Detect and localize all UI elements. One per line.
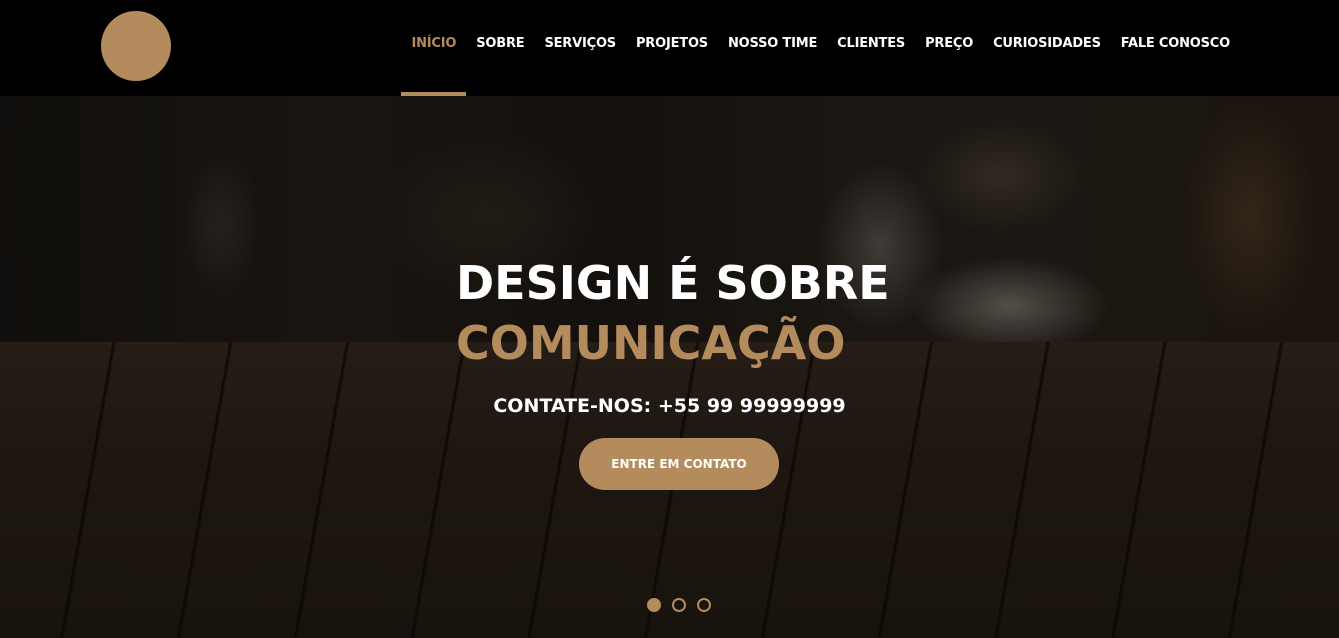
nav-item-nosso-time[interactable]: NOSSO TIME (718, 0, 827, 96)
slider-dot-3[interactable] (697, 598, 711, 612)
slider-dots (647, 598, 711, 612)
nav-item-sobre[interactable]: SOBRE (466, 0, 534, 96)
logo[interactable] (101, 11, 171, 81)
main-nav: INÍCIO SOBRE SERVIÇOS PROJETOS NOSSO TIM… (401, 0, 1240, 96)
nav-item-inicio[interactable]: INÍCIO (401, 0, 467, 96)
hero-subtitle: COMUNICAÇÃO (456, 316, 846, 370)
nav-item-preco[interactable]: PREÇO (915, 0, 983, 96)
hero-contact-phone: CONTATE-NOS: +55 99 99999999 (493, 395, 846, 417)
nav-item-projetos[interactable]: PROJETOS (626, 0, 718, 96)
slider-dot-2[interactable] (672, 598, 686, 612)
hero-content: DESIGN É SOBRE COMUNICAÇÃO CONTATE-NOS: … (0, 96, 1339, 638)
nav-item-clientes[interactable]: CLIENTES (827, 0, 915, 96)
nav-item-fale-conosco[interactable]: FALE CONOSCO (1111, 0, 1240, 96)
hero-title: DESIGN É SOBRE (456, 256, 890, 310)
nav-item-servicos[interactable]: SERVIÇOS (534, 0, 626, 96)
nav-item-curiosidades[interactable]: CURIOSIDADES (983, 0, 1111, 96)
site-header: INÍCIO SOBRE SERVIÇOS PROJETOS NOSSO TIM… (0, 0, 1339, 96)
slider-dot-1[interactable] (647, 598, 661, 612)
hero-section: DESIGN É SOBRE COMUNICAÇÃO CONTATE-NOS: … (0, 96, 1339, 638)
contact-button[interactable]: ENTRE EM CONTATO (579, 438, 779, 490)
